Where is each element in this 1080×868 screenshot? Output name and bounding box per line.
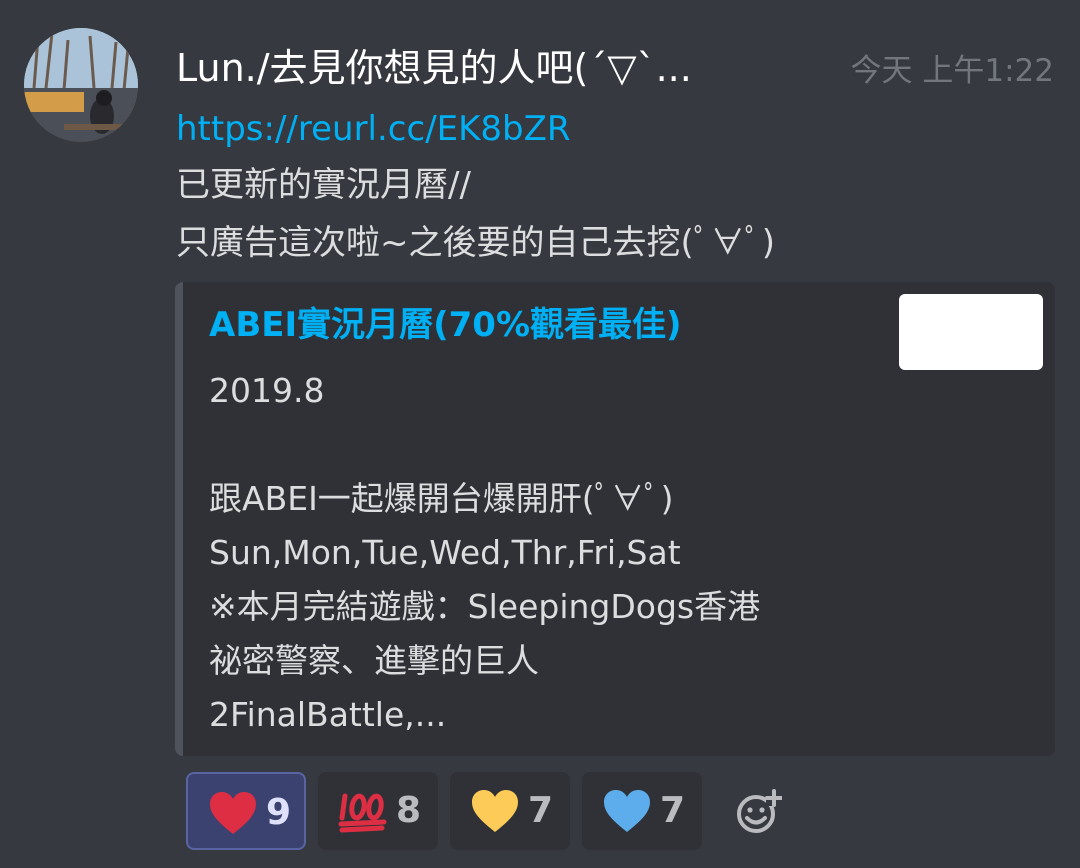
add-reaction-icon[interactable] <box>734 788 782 836</box>
reaction-hundred-points[interactable]: 8 <box>318 772 438 850</box>
message-header: Lun./去見你想見的人吧(´▽`... 今天 上午1:22 <box>176 40 1066 96</box>
reaction-count: 7 <box>660 790 686 831</box>
embed-title[interactable]: ABEI實況月曆(70%觀看最佳) <box>209 298 682 352</box>
reaction-red-heart[interactable]: 9 <box>186 772 306 850</box>
reaction-count: 9 <box>266 792 292 833</box>
reaction-yellow-heart[interactable]: 7 <box>450 772 570 850</box>
message-link[interactable]: https://reurl.cc/EK8bZR <box>176 104 571 154</box>
embed-description-line: ※本月完結遊戲：SleepingDogs香港 <box>209 587 761 626</box>
red-heart-icon <box>210 792 256 834</box>
embed-description-line: 祕密警察、進擊的巨人 <box>209 641 539 680</box>
embed-description-line: 2FinalBattle,... <box>209 695 447 734</box>
avatar-image <box>24 28 138 142</box>
reaction-count: 7 <box>528 790 554 831</box>
embed-description-line: 2019.8 <box>209 371 325 410</box>
blue-heart-icon <box>604 790 650 832</box>
user-avatar[interactable] <box>24 28 138 142</box>
embed-thumbnail[interactable] <box>899 294 1043 370</box>
embed-description-line: Sun,Mon,Tue,Wed,Thr,Fri,Sat <box>209 533 681 572</box>
link-embed: ABEI實況月曆(70%觀看最佳) 2019.8 跟ABEI一起爆開台爆開肝(ﾟ… <box>175 282 1055 756</box>
yellow-heart-icon <box>472 790 518 832</box>
chat-message: Lun./去見你想見的人吧(´▽`... 今天 上午1:22 https://r… <box>0 0 1080 868</box>
embed-description-line: 跟ABEI一起爆開台爆開肝(ﾟ∀ﾟ) <box>209 479 674 518</box>
username[interactable]: Lun./去見你想見的人吧(´▽`... <box>176 40 692 96</box>
hundred-points-icon <box>338 793 387 833</box>
reaction-blue-heart[interactable]: 7 <box>582 772 702 850</box>
message-text-line: 已更新的實況月曆// <box>176 165 471 205</box>
timestamp: 今天 上午1:22 <box>850 53 1054 89</box>
reaction-count: 8 <box>396 790 422 831</box>
message-text-line: 只廣告這次啦~之後要的自己去挖(ﾟ∀ﾟ) <box>176 223 776 263</box>
